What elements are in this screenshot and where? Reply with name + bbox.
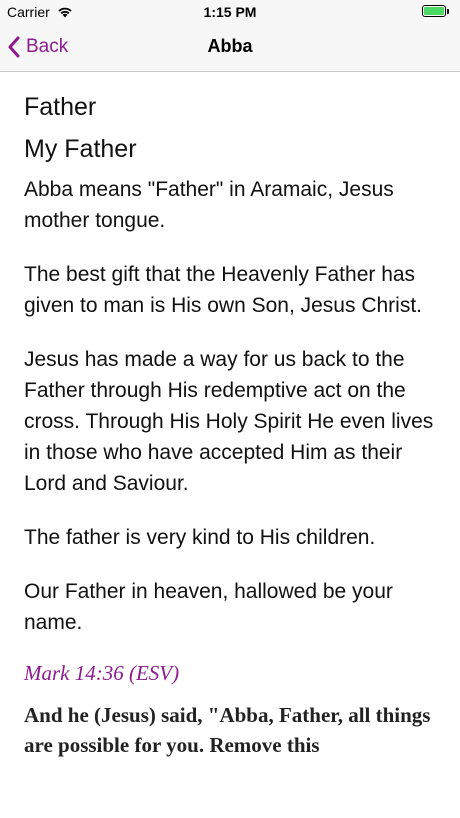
navigation-bar: Back Abba xyxy=(0,24,460,72)
page-title: Abba xyxy=(207,36,253,56)
paragraph: Our Father in heaven, hallowed be your n… xyxy=(24,580,393,634)
paragraph: The best gift that the Heavenly Father h… xyxy=(24,263,422,317)
paragraph: The father is very kind to His children. xyxy=(24,526,376,549)
scripture-verse: And he (Jesus) said, "Abba, Father, all … xyxy=(24,703,431,757)
battery-icon xyxy=(422,5,446,17)
status-time: 1:15 PM xyxy=(203,4,257,20)
article-content: Father My Father Abba means "Father" in … xyxy=(24,90,444,760)
paragraph: Jesus has made a way for us back to the … xyxy=(24,348,434,495)
battery-tip xyxy=(447,9,449,14)
status-bar: Carrier 1:15 PM xyxy=(0,0,460,24)
heading-my-father: My Father xyxy=(24,135,137,163)
heading-father: Father xyxy=(24,93,97,121)
scripture-reference: Mark 14:36 (ESV) xyxy=(24,661,180,685)
paragraph: Abba means "Father" in Aramaic, Jesus mo… xyxy=(24,178,394,232)
